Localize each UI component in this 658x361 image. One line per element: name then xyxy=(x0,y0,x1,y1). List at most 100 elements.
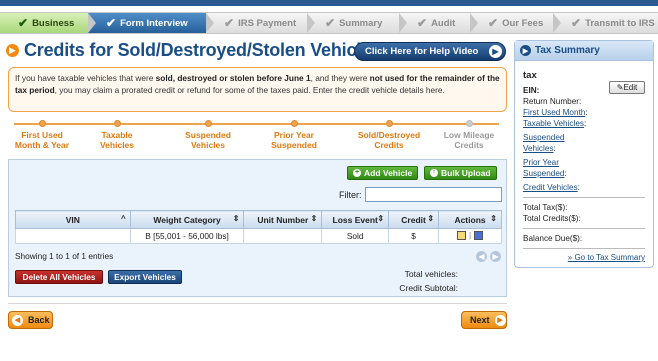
next-arrow-icon: ▶ xyxy=(494,314,506,326)
check-icon: ✔ xyxy=(488,16,499,30)
first-used-month-link[interactable]: First Used Month xyxy=(523,108,585,117)
substep-label: First Used xyxy=(21,130,63,140)
go-to-tax-summary-link[interactable]: » Go to Tax Summary xyxy=(523,253,645,262)
edit-business-button[interactable]: ✎Edit xyxy=(609,81,645,94)
cell-credit: $ xyxy=(388,228,440,244)
column-header-actions[interactable]: Actions ⇕ xyxy=(438,210,502,229)
table-row[interactable]: B [55,001 - 56,000 lbs] Sold $ | xyxy=(15,228,502,244)
total-tax-label: Total Tax($): xyxy=(523,203,568,212)
play-icon: ▶ xyxy=(489,45,502,58)
add-vehicle-button[interactable]: + Add Vehicle xyxy=(347,166,419,180)
step-label: Transmit to IRS xyxy=(585,17,655,29)
step-our-fees[interactable]: ✔ Our Fees xyxy=(470,12,561,34)
column-label: Actions xyxy=(454,214,486,225)
back-label: Back xyxy=(28,315,50,325)
tax-summary-panel: ▶ Tax Summary tax ✎Edit EIN: Return Numb… xyxy=(514,40,654,268)
sub-steps: First Used Month & Year Taxable Vehicles S… xyxy=(8,118,507,156)
check-icon: ✔ xyxy=(571,16,582,30)
upload-icon: ↑ xyxy=(430,169,438,177)
tax-summary-title: Tax Summary xyxy=(535,45,600,56)
step-transmit[interactable]: ✔ Transmit to IRS xyxy=(553,12,658,34)
substep-prior-year[interactable]: Prior Year Suspended xyxy=(254,118,334,150)
step-label: Audit xyxy=(431,17,456,29)
help-video-label: Click Here for Help Video xyxy=(365,46,479,57)
bulk-upload-button[interactable]: ↑ Bulk Upload xyxy=(424,166,497,180)
tax-summary-header: ▶ Tax Summary xyxy=(515,41,653,61)
edit-label: Edit xyxy=(623,83,638,92)
back-button[interactable]: ◀ Back xyxy=(8,311,53,329)
substep-label: Credits xyxy=(454,140,484,150)
info-text: , and they were xyxy=(310,73,370,83)
column-header-unit[interactable]: Unit Number ⇕ xyxy=(243,210,323,229)
substep-label: Month & Year xyxy=(14,140,70,150)
delete-all-vehicles-button[interactable]: Delete All Vehicles xyxy=(15,270,103,284)
cell-actions: | xyxy=(438,228,502,244)
cell-vin xyxy=(15,228,131,244)
next-page-icon[interactable]: ▶ xyxy=(490,251,501,262)
column-header-weight[interactable]: Weight Category ⇕ xyxy=(129,210,245,229)
step-business[interactable]: ✔ Business xyxy=(0,12,96,34)
step-irs-payment[interactable]: ✔ IRS Payment xyxy=(206,12,315,34)
prev-page-icon[interactable]: ◀ xyxy=(476,251,487,262)
vehicle-grid-panel: + Add Vehicle ↑ Bulk Upload Filter: VIN ^ W… xyxy=(8,159,507,297)
next-button[interactable]: Next ▶ xyxy=(461,311,507,329)
divider xyxy=(8,303,507,304)
divider xyxy=(523,228,645,229)
arrow-right-icon: ▶ xyxy=(6,44,19,57)
substep-first-used[interactable]: First Used Month & Year xyxy=(2,118,82,150)
sort-icon: ⇕ xyxy=(377,214,385,223)
title-row: ▶ Credits for Sold/Destroyed/Stolen Vehi… xyxy=(6,40,381,61)
prior-year-suspended-link[interactable]: Prior Year Suspended xyxy=(523,158,564,178)
suspended-vehicles-link[interactable]: Suspended Vehicles xyxy=(523,133,564,153)
column-header-loss-event[interactable]: Loss Event ⇕ xyxy=(321,210,390,229)
check-icon: ✔ xyxy=(325,16,336,30)
sort-icon: ⇕ xyxy=(490,214,497,223)
credit-subtotal-label: Credit Subtotal: xyxy=(399,283,458,293)
column-label: Loss Event xyxy=(332,214,378,225)
substep-suspended[interactable]: Suspended Vehicles xyxy=(168,118,248,150)
substep-label: Suspended xyxy=(271,140,317,150)
step-label: Summary xyxy=(339,17,383,29)
column-label: VIN xyxy=(65,214,80,225)
substep-label: Taxable xyxy=(101,130,133,140)
info-box: If you have taxable vehicles that were s… xyxy=(8,67,507,112)
vehicle-table: VIN ^ Weight Category ⇕ Unit Number ⇕ Loss … xyxy=(15,210,502,244)
step-audit[interactable]: ✔ Audit xyxy=(399,12,478,34)
help-video-button[interactable]: Click Here for Help Video ▶ xyxy=(354,42,506,61)
step-label: Our Fees xyxy=(502,17,544,29)
filter-input[interactable] xyxy=(365,187,502,202)
taxable-vehicles-link[interactable]: Taxable Vehicles xyxy=(523,119,584,128)
info-text: , you may claim a prorated credit or ref… xyxy=(54,85,445,95)
column-header-credit[interactable]: Credit ⇕ xyxy=(388,210,440,229)
credit-vehicles-link[interactable]: Credit Vehicles xyxy=(523,183,578,192)
sort-icon: ⇕ xyxy=(427,214,435,223)
cell-loss-event: Sold xyxy=(321,228,390,244)
showing-entries: Showing 1 to 1 of 1 entries xyxy=(15,251,114,261)
cell-weight: B [55,001 - 56,000 lbs] xyxy=(129,228,245,244)
info-text: If you have taxable vehicles that were xyxy=(15,73,156,83)
substep-label: Low Mileage xyxy=(443,130,495,140)
page-title: Credits for Sold/Destroyed/Stolen Vehicl… xyxy=(24,40,381,60)
arrow-right-icon: ▶ xyxy=(520,45,531,56)
total-credits-label: Total Credits($): xyxy=(523,214,581,223)
column-label: Weight Category xyxy=(153,214,221,225)
step-label: IRS Payment xyxy=(238,17,297,29)
next-label: Next xyxy=(470,315,490,325)
step-form-interview[interactable]: ✔ Form Interview xyxy=(88,12,214,34)
substep-label: Sold/Destroyed xyxy=(357,130,421,140)
substep-low-mileage[interactable]: Low Mileage Credits xyxy=(429,118,509,150)
action-separator: | xyxy=(468,230,472,241)
delete-icon[interactable] xyxy=(474,230,484,240)
step-label: Form Interview xyxy=(120,17,188,29)
edit-icon[interactable] xyxy=(456,230,466,240)
step-summary[interactable]: ✔ Summary xyxy=(307,12,407,34)
export-vehicles-button[interactable]: Export Vehicles xyxy=(108,270,182,284)
substep-sold-destroyed[interactable]: Sold/Destroyed Credits xyxy=(349,118,429,150)
substep-taxable[interactable]: Taxable Vehicles xyxy=(77,118,157,150)
substep-label: Credits xyxy=(374,140,404,150)
column-header-vin[interactable]: VIN ^ xyxy=(15,210,131,229)
substep-label: Vehicles xyxy=(99,140,135,150)
sort-icon: ⇕ xyxy=(310,214,318,223)
check-icon: ✔ xyxy=(106,16,117,30)
divider xyxy=(523,248,645,249)
